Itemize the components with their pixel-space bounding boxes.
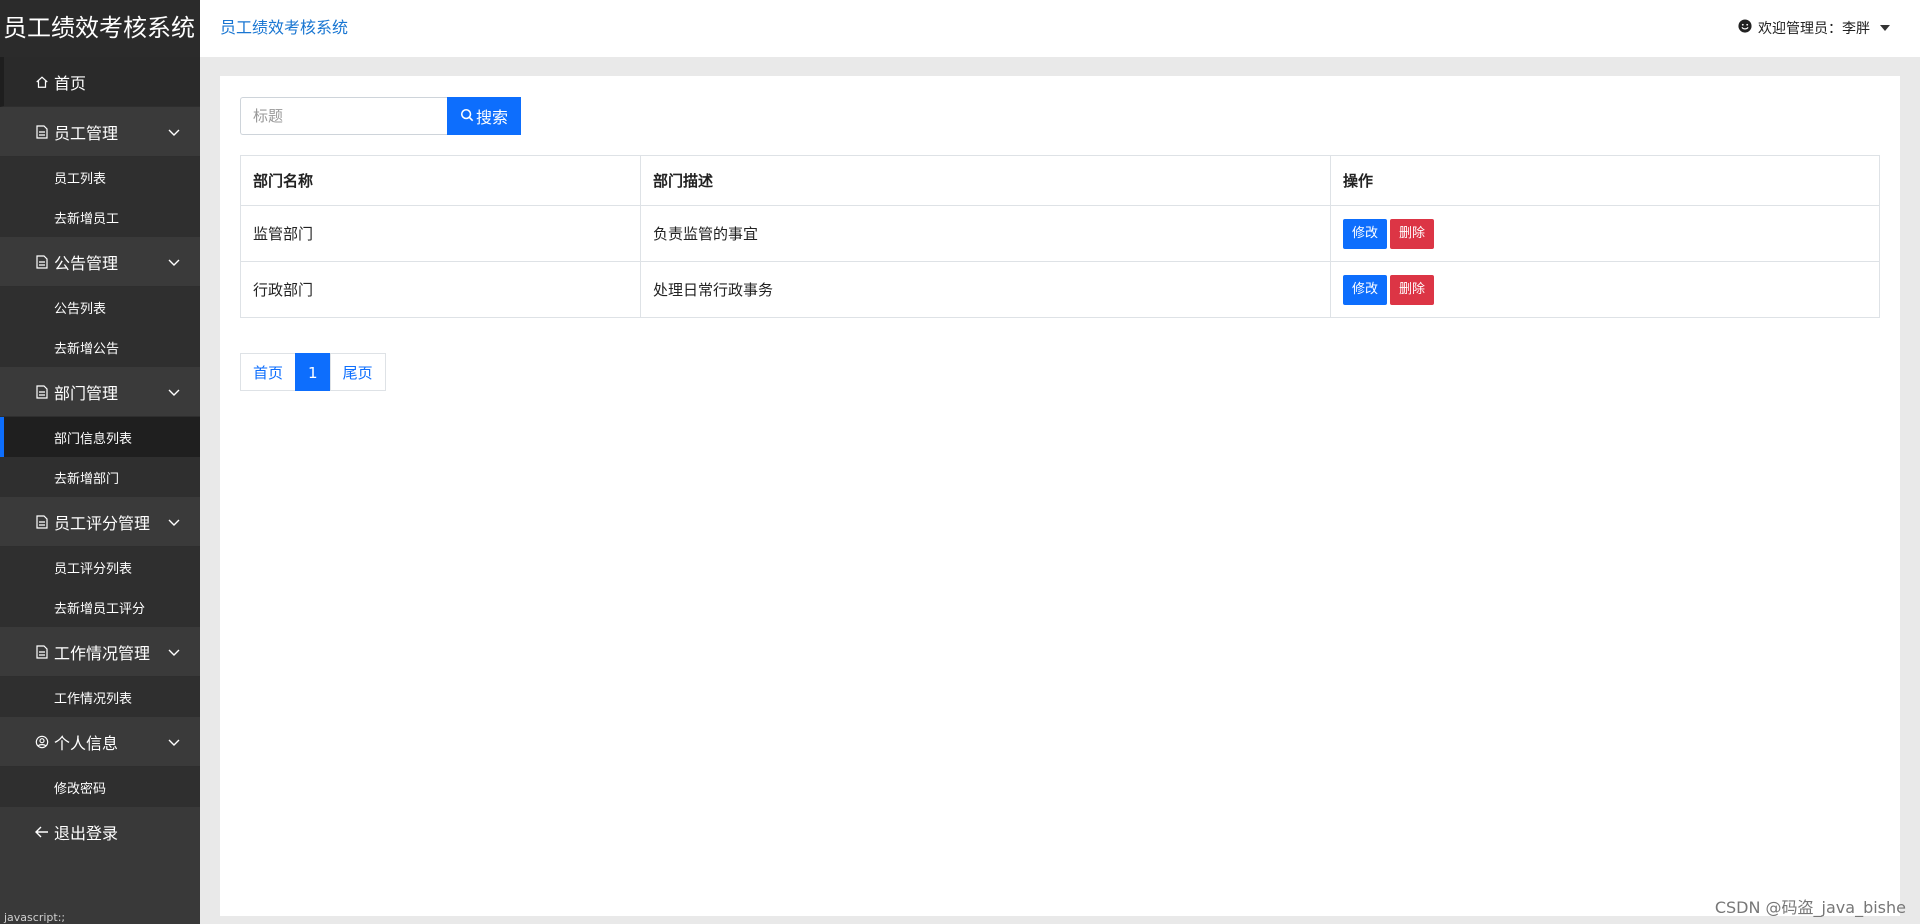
sidebar-item-add-department[interactable]: 去新增部门 [0,457,200,497]
sidebar-item-add-notice[interactable]: 去新增公告 [0,327,200,367]
sidebar-group-notice[interactable]: 公告管理 [0,237,200,287]
header-title-link[interactable]: 员工绩效考核系统 [220,14,348,38]
edit-button[interactable]: 修改 [1343,274,1388,305]
chevron-down-icon [168,382,180,401]
welcome-text: 欢迎管理员：李胖 [1758,21,1870,37]
search-button[interactable]: 搜索 [447,97,521,135]
sidebar-item-add-employee[interactable]: 去新增员工 [0,197,200,237]
file-icon [34,384,50,400]
brand-title: 员工绩效考核系统 [0,0,200,57]
sidebar-item-department-list[interactable]: 部门信息列表 [0,417,200,457]
department-desc-cell: 处理日常行政事务 [640,261,1331,318]
file-icon [34,514,50,530]
sidebar-menu: 首页 员工管理 员工列表 去新增员工 公告管理 公告列表 去新增公告 部门管理 … [0,57,200,857]
delete-button[interactable]: 删除 [1390,274,1435,305]
sidebar-item-label: 首页 [54,73,87,93]
search-input[interactable] [240,97,447,135]
sidebar: 员工绩效考核系统 首页 员工管理 员工列表 去新增员工 公告管理 公告列表 去新… [0,0,200,924]
sidebar-group-work[interactable]: 工作情况管理 [0,627,200,677]
sidebar-item-employee-list[interactable]: 员工列表 [0,157,200,197]
file-icon [34,644,50,660]
column-header: 操作 [1330,155,1880,206]
current-page-link[interactable]: 1 [295,353,331,391]
chevron-down-icon [168,642,180,661]
delete-button[interactable]: 删除 [1390,218,1435,249]
chevron-down-icon [168,252,180,271]
sidebar-group-rating[interactable]: 员工评分管理 [0,497,200,547]
pagination: 首页 1 尾页 [240,353,386,391]
sidebar-group-employee[interactable]: 员工管理 [0,107,200,157]
top-header: 员工绩效考核系统 欢迎管理员：李胖 [200,0,1920,57]
home-icon [34,74,50,90]
sidebar-group-label: 部门管理 [54,383,119,403]
file-icon [34,124,50,140]
chevron-down-icon [168,122,180,141]
sidebar-group-label: 员工评分管理 [54,513,151,533]
sidebar-group-label: 员工管理 [54,123,119,143]
table-row: 行政部门 处理日常行政事务 修改 删除 [240,261,1880,318]
watermark: CSDN @码盗_java_bishe [1714,898,1906,917]
search-bar: 搜索 [240,97,521,135]
sidebar-item-notice-list[interactable]: 公告列表 [0,287,200,327]
actions-cell: 修改 删除 [1330,205,1880,262]
sidebar-item-work-list[interactable]: 工作情况列表 [0,677,200,717]
sidebar-group-label: 工作情况管理 [54,643,151,663]
status-bar-text: javascript:; [4,911,66,924]
first-page-link[interactable]: 首页 [240,353,297,391]
user-circle-icon [34,734,50,750]
column-header: 部门名称 [240,155,641,206]
department-table: 部门名称 部门描述 操作 监管部门 负责监管的事宜 修改 删除 行政部门 处理日常… [240,155,1880,318]
arrow-left-icon [34,824,50,840]
sidebar-item-add-rating[interactable]: 去新增员工评分 [0,587,200,627]
file-icon [34,254,50,270]
sidebar-item-change-password[interactable]: 修改密码 [0,767,200,807]
caret-down-icon [1880,25,1890,31]
sidebar-group-label: 公告管理 [54,253,119,273]
table-row: 监管部门 负责监管的事宜 修改 删除 [240,205,1880,262]
department-name-cell: 行政部门 [240,261,641,318]
sidebar-group-department[interactable]: 部门管理 [0,367,200,417]
logout-label: 退出登录 [54,824,119,843]
user-menu[interactable]: 欢迎管理员：李胖 [1738,18,1890,38]
department-desc-cell: 负责监管的事宜 [640,205,1331,262]
table-header-row: 部门名称 部门描述 操作 [240,155,1880,206]
smile-icon [1738,19,1752,37]
logout-button[interactable]: 退出登录 [0,807,200,857]
sidebar-item-rating-list[interactable]: 员工评分列表 [0,547,200,587]
sidebar-item-home[interactable]: 首页 [0,57,200,107]
edit-button[interactable]: 修改 [1343,218,1388,249]
sidebar-group-label: 个人信息 [54,733,119,753]
main-content: 搜索 部门名称 部门描述 操作 监管部门 负责监管的事宜 修改删除 行政部门 处… [220,76,1900,916]
chevron-down-icon [168,732,180,751]
search-icon [460,107,474,126]
department-name-cell: 监管部门 [240,205,641,262]
column-header: 部门描述 [640,155,1331,206]
sidebar-group-profile[interactable]: 个人信息 [0,717,200,767]
actions-cell: 修改 删除 [1330,261,1880,318]
search-button-label: 搜索 [475,108,508,127]
chevron-down-icon [168,512,180,531]
last-page-link[interactable]: 尾页 [329,353,386,391]
